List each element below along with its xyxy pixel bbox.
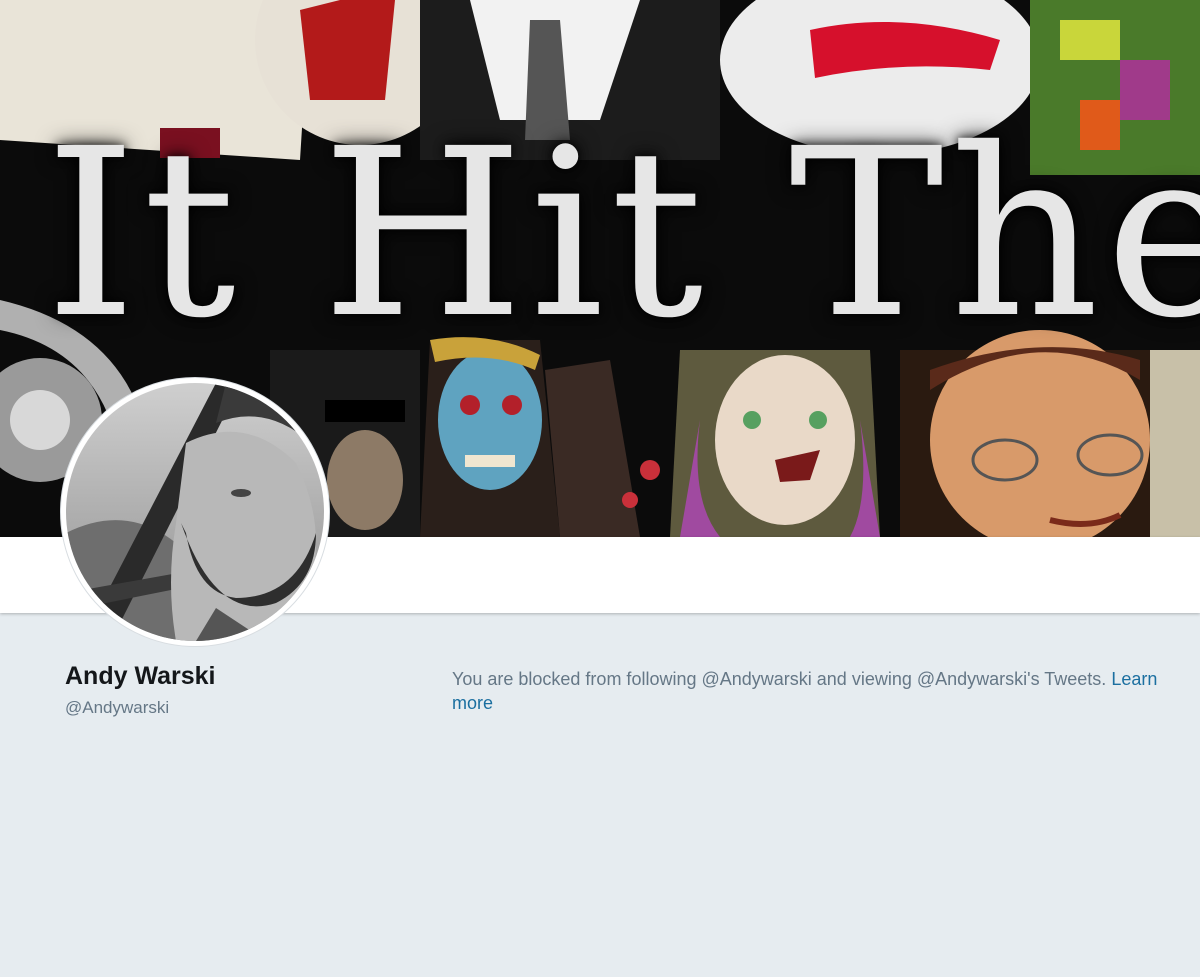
profile-handle: @Andywarski: [65, 698, 170, 717]
profile-display-name: Andy Warski: [65, 662, 216, 690]
avatar-photo: [66, 383, 324, 641]
banner-title-text: It Hit The: [45, 99, 1200, 369]
profile-avatar[interactable]: [60, 377, 330, 647]
blocked-notice: You are blocked from following @Andywars…: [452, 667, 1182, 715]
blocked-message: You are blocked from following @Andywars…: [452, 669, 1107, 689]
